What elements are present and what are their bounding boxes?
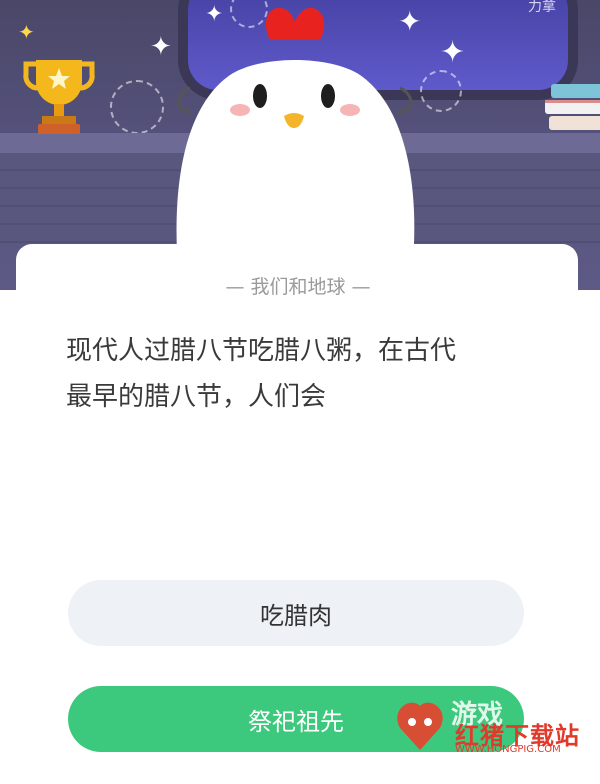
dotted-circle <box>110 80 164 134</box>
question-text: 现代人过腊八节吃腊八粥，在古代 最早的腊八节，人们会 <box>66 328 536 420</box>
window-label: 力拿 <box>528 0 556 15</box>
star-icon: ✦ <box>440 35 466 70</box>
star-icon: ✦ <box>18 20 35 44</box>
trophy-icon <box>23 60 95 134</box>
answer-label: 吃腊肉 <box>260 601 332 630</box>
question-line: 现代人过腊八节吃腊八粥，在古代 <box>66 336 457 366</box>
answer-option-a[interactable]: 吃腊肉 <box>68 580 524 646</box>
answer-label: 祭祀祖先 <box>248 707 344 736</box>
books-icon <box>545 84 600 130</box>
watermark-url: WWW.HONGPIG.COM <box>455 744 561 755</box>
question-line: 最早的腊八节，人们会 <box>66 382 327 412</box>
category-title: — 我们和地球 — <box>225 276 371 298</box>
